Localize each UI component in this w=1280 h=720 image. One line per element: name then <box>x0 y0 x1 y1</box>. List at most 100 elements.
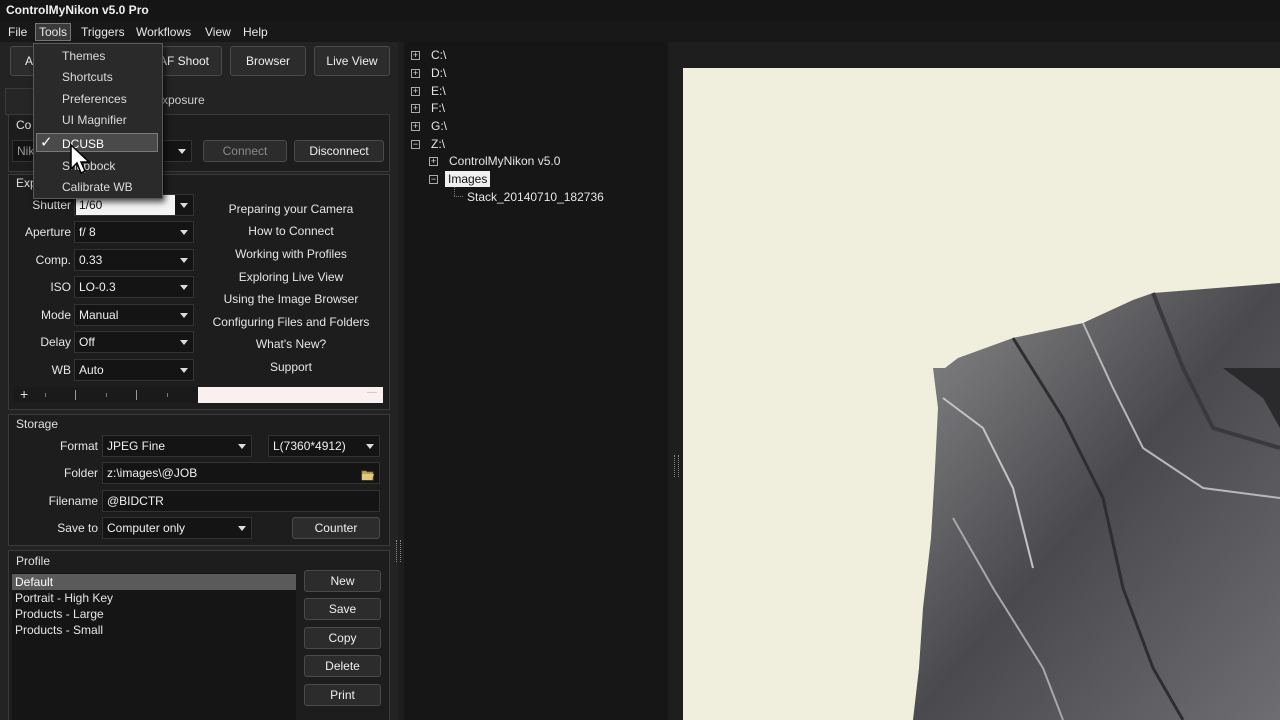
profile-title: Profile <box>16 554 51 568</box>
image-preview[interactable] <box>683 68 1280 720</box>
iso-select[interactable]: LO-0.3 <box>74 276 194 298</box>
chevron-down-icon <box>180 258 188 263</box>
folder-value: z:\images\@JOB <box>107 466 198 480</box>
profile-print-button[interactable]: Print <box>304 684 381 706</box>
camera-select-value: Nik <box>17 144 35 158</box>
splitter-grip[interactable] <box>396 540 401 562</box>
delay-value: Off <box>79 335 95 349</box>
comp-select[interactable]: 0.33 <box>74 249 194 271</box>
live-view-button[interactable]: Live View <box>314 46 390 76</box>
window-title: ControlMyNikon v5.0 Pro <box>6 3 149 17</box>
help-link-support[interactable]: Support <box>191 360 391 374</box>
tree-item-drive[interactable]: G:\ <box>431 119 447 133</box>
list-item[interactable]: Default <box>15 575 53 589</box>
tree-item-folder-selected[interactable]: Images <box>445 171 491 187</box>
menu-triggers[interactable]: Triggers <box>78 24 128 40</box>
expand-icon[interactable]: + <box>411 122 420 131</box>
profile-save-button[interactable]: Save <box>304 598 381 620</box>
wb-select[interactable]: Auto <box>74 359 194 381</box>
connection-title: Co <box>16 118 32 132</box>
menu-help[interactable]: Help <box>240 24 271 40</box>
menu-item-calibrate-wb[interactable]: Calibrate WB <box>62 180 133 194</box>
profile-new-button[interactable]: New <box>304 570 381 592</box>
help-link-preparing[interactable]: Preparing your Camera <box>191 202 391 216</box>
browser-button[interactable]: Browser <box>230 46 306 76</box>
aperture-label: Aperture <box>24 225 71 239</box>
format-value: JPEG Fine <box>107 439 166 453</box>
delay-label: Delay <box>40 335 71 349</box>
menu-bar: File Tools Triggers Workflows View Help <box>0 21 1280 42</box>
tree-item-folder[interactable]: Stack_20140710_182736 <box>467 190 604 204</box>
chevron-down-icon <box>366 444 374 449</box>
filename-field[interactable]: @BIDCTR <box>102 490 380 512</box>
tree-item-folder[interactable]: ControlMyNikon v5.0 <box>449 154 560 168</box>
format-label: Format <box>59 439 98 453</box>
menu-file[interactable]: File <box>5 24 30 40</box>
list-item[interactable]: Portrait - High Key <box>15 591 113 605</box>
help-link-whats-new[interactable]: What's New? <box>191 337 391 351</box>
chevron-down-icon <box>238 444 246 449</box>
folder-open-icon[interactable] <box>361 467 375 487</box>
menu-item-ui-magnifier[interactable]: UI Magnifier <box>62 113 127 127</box>
format-select[interactable]: JPEG Fine <box>102 435 252 457</box>
menu-item-shortcuts[interactable]: Shortcuts <box>62 70 113 84</box>
expand-icon[interactable]: + <box>411 87 420 96</box>
splitter-grip[interactable] <box>674 455 679 477</box>
list-item[interactable]: Products - Large <box>15 607 104 621</box>
connect-button[interactable]: Connect <box>203 140 287 162</box>
shutter-label: Shutter <box>32 198 71 212</box>
aperture-select[interactable]: f/ 8 <box>74 221 194 243</box>
saveto-value: Computer only <box>107 521 186 535</box>
counter-button[interactable]: Counter <box>292 517 380 539</box>
chevron-down-icon <box>180 368 188 373</box>
expand-icon[interactable]: + <box>411 51 420 60</box>
expand-icon[interactable]: + <box>411 104 420 113</box>
help-link-live-view[interactable]: Exploring Live View <box>191 270 391 284</box>
wb-value: Auto <box>79 363 104 377</box>
chevron-down-icon <box>180 230 188 235</box>
disconnect-button[interactable]: Disconnect <box>294 140 384 162</box>
chevron-down-icon <box>180 285 188 290</box>
profile-list: Default Portrait - High Key Products - L… <box>12 573 296 720</box>
meter-tick <box>136 390 137 400</box>
menu-item-preferences[interactable]: Preferences <box>62 92 127 106</box>
collapse-icon[interactable]: − <box>429 175 438 184</box>
help-link-profiles[interactable]: Working with Profiles <box>191 247 391 261</box>
tree-item-drive[interactable]: Z:\ <box>431 137 445 151</box>
filename-label: Filename <box>48 494 98 508</box>
help-link-files[interactable]: Configuring Files and Folders <box>191 315 391 329</box>
wb-label: WB <box>51 363 71 377</box>
collapse-icon[interactable]: − <box>411 140 420 149</box>
tools-menu: Themes Shortcuts Preferences UI Magnifie… <box>33 43 163 199</box>
folder-label: Folder <box>63 466 98 480</box>
tree-item-drive[interactable]: E:\ <box>431 84 446 98</box>
profile-delete-button[interactable]: Delete <box>304 655 381 677</box>
mode-select[interactable]: Manual <box>74 304 194 326</box>
expand-icon[interactable]: + <box>411 69 420 78</box>
meter-tick <box>45 393 46 397</box>
menu-tools[interactable]: Tools <box>35 23 72 41</box>
list-item[interactable]: Products - Small <box>15 623 103 637</box>
menu-view[interactable]: View <box>202 24 234 40</box>
help-link-connect[interactable]: How to Connect <box>191 224 391 238</box>
chevron-down-icon <box>180 203 188 208</box>
size-select[interactable]: L(7360*4912) <box>268 435 380 457</box>
tree-connector <box>454 196 463 198</box>
tree-connector <box>454 187 456 196</box>
profile-copy-button[interactable]: Copy <box>304 627 381 649</box>
mode-value: Manual <box>79 308 119 322</box>
saveto-select[interactable]: Computer only <box>102 517 252 539</box>
folder-field[interactable]: z:\images\@JOB <box>102 462 380 484</box>
menu-workflows[interactable]: Workflows <box>133 24 194 40</box>
help-link-browser[interactable]: Using the Image Browser <box>191 292 391 306</box>
size-value: L(7360*4912) <box>273 439 346 453</box>
tree-item-drive[interactable]: C:\ <box>431 48 446 62</box>
meter-tick <box>75 390 76 400</box>
tree-item-drive[interactable]: F:\ <box>431 101 445 115</box>
expand-icon[interactable]: + <box>429 157 438 166</box>
delay-select[interactable]: Off <box>74 331 194 353</box>
menu-item-themes[interactable]: Themes <box>62 49 105 63</box>
chevron-down-icon <box>238 526 246 531</box>
filename-value: @BIDCTR <box>107 494 164 508</box>
tree-item-drive[interactable]: D:\ <box>431 66 446 80</box>
